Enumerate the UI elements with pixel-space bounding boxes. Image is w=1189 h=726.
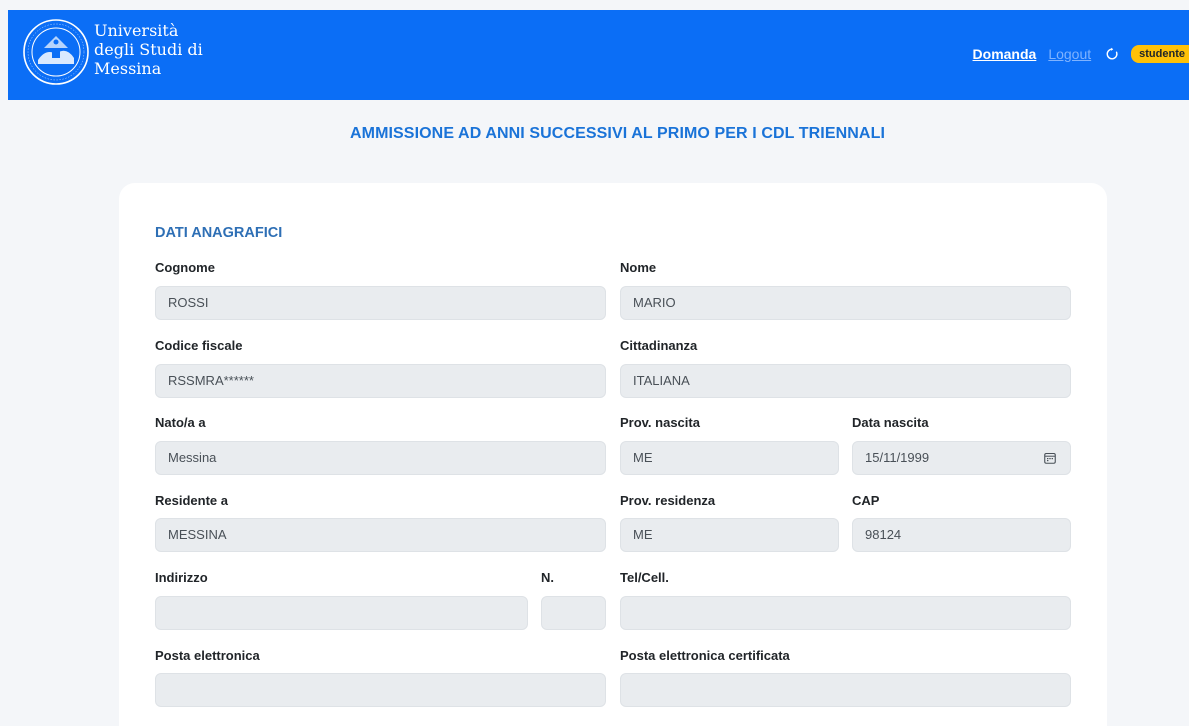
top-navbar: Università degli Studi di Messina Domand… xyxy=(8,10,1189,100)
calendar-icon[interactable] xyxy=(1044,452,1056,464)
email-label: Posta elettronica xyxy=(155,648,260,663)
indirizzo-field[interactable] xyxy=(155,596,528,630)
nav-actions: Domanda Logout studente xyxy=(973,44,1189,64)
nato-a-field[interactable]: Messina xyxy=(155,441,606,475)
cittadinanza-field[interactable]: ITALIANA xyxy=(620,364,1071,398)
nome-field[interactable]: MARIO xyxy=(620,286,1071,320)
data-nascita-value: 15/11/1999 xyxy=(865,450,930,465)
prov-residenza-label: Prov. residenza xyxy=(620,493,716,508)
prov-nascita-label: Prov. nascita xyxy=(620,415,700,430)
user-role-badge: studente xyxy=(1131,45,1189,63)
pec-label: Posta elettronica certificata xyxy=(620,648,790,663)
form-card: DATI ANAGRAFICI Cognome ROSSI Nome MARIO… xyxy=(119,183,1107,726)
tel-label: Tel/Cell. xyxy=(620,570,669,585)
residente-a-label: Residente a xyxy=(155,493,228,508)
numero-field[interactable] xyxy=(541,596,606,630)
pec-field[interactable] xyxy=(620,673,1071,707)
codice-fiscale-label: Codice fiscale xyxy=(155,338,243,353)
nav-logout-link[interactable]: Logout xyxy=(1048,46,1091,62)
brand-line-3: Messina xyxy=(94,59,162,78)
prov-nascita-field[interactable]: ME xyxy=(620,441,839,475)
numero-label: N. xyxy=(541,570,554,585)
tel-field[interactable] xyxy=(620,596,1071,630)
indirizzo-label: Indirizzo xyxy=(155,570,208,585)
codice-fiscale-field[interactable]: RSSMRA****** xyxy=(155,364,606,398)
university-seal-icon xyxy=(23,19,89,85)
nav-domanda-link[interactable]: Domanda xyxy=(973,46,1037,62)
cap-label: CAP xyxy=(852,493,880,508)
data-nascita-field[interactable]: 15/11/1999 xyxy=(852,441,1071,475)
reload-icon[interactable] xyxy=(1105,47,1119,61)
cittadinanza-label: Cittadinanza xyxy=(620,338,698,353)
cognome-label: Cognome xyxy=(155,260,215,275)
section-title: DATI ANAGRAFICI xyxy=(155,225,283,241)
brand-line-1: Università xyxy=(94,21,179,40)
data-nascita-label: Data nascita xyxy=(852,415,929,430)
page-title: AMMISSIONE AD ANNI SUCCESSIVI AL PRIMO P… xyxy=(349,125,886,142)
nome-label: Nome xyxy=(620,260,657,275)
nato-a-label: Nato/a a xyxy=(155,415,206,430)
prov-residenza-field[interactable]: ME xyxy=(620,518,839,552)
brand-line-2: degli Studi di xyxy=(94,40,203,59)
brand[interactable]: Università degli Studi di Messina xyxy=(22,18,203,86)
cognome-field[interactable]: ROSSI xyxy=(155,286,606,320)
cap-field[interactable]: 98124 xyxy=(852,518,1071,552)
email-field[interactable] xyxy=(155,673,606,707)
residente-a-field[interactable]: MESSINA xyxy=(155,518,606,552)
brand-name: Università degli Studi di Messina xyxy=(94,21,203,78)
